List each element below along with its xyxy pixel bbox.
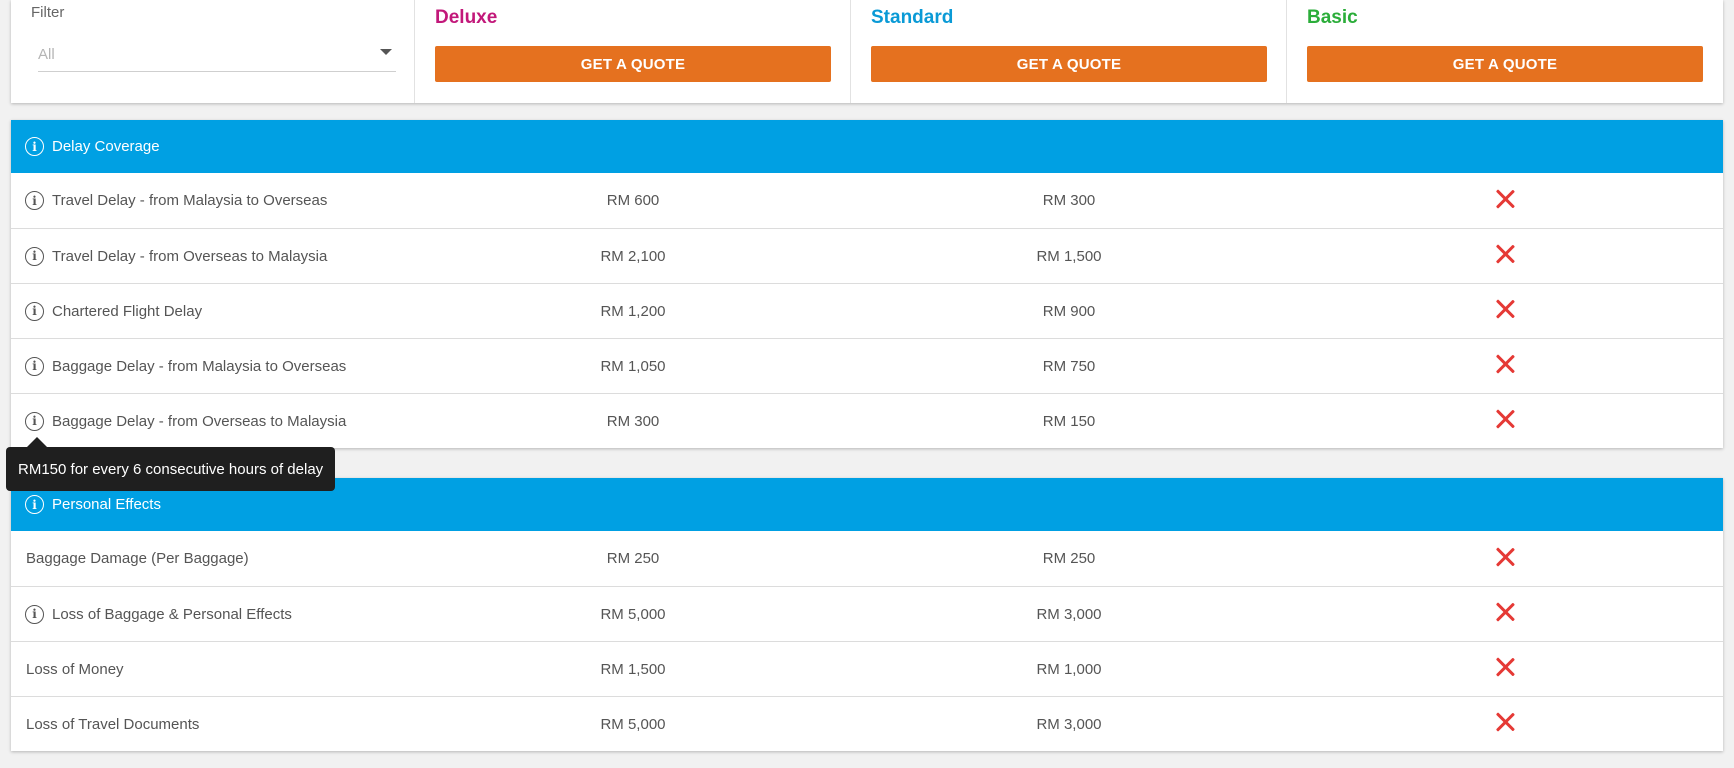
basic-value [1287, 244, 1723, 268]
deluxe-value: RM 300 [606, 412, 660, 430]
plan-header-card: Filter All Deluxe GET A QUOTE Standard G… [11, 0, 1723, 103]
basic-value [1287, 547, 1723, 571]
basic-value [1287, 602, 1723, 626]
benefit-label-text: Chartered Flight Delay [52, 302, 203, 320]
benefit-label-text: Loss of Travel Documents [26, 715, 200, 733]
benefit-label: Loss of Money [11, 661, 415, 678]
standard-value: RM 250 [1042, 550, 1096, 567]
benefit-label: i Travel Delay - from Overseas to Malays… [11, 246, 415, 266]
cross-icon [1495, 602, 1515, 622]
section-delay-coverage: i Delay Coverage i Travel Delay - from M… [11, 120, 1723, 448]
basic-value [1287, 712, 1723, 736]
standard-value: RM 150 [1042, 412, 1096, 430]
basic-value [1287, 409, 1723, 433]
table-row: Loss of Money RM 1,500 RM 1,000 [11, 641, 1723, 696]
plan-column-deluxe: Deluxe GET A QUOTE [415, 0, 851, 103]
basic-value [1287, 657, 1723, 681]
deluxe-value: RM 1,050 [600, 357, 666, 375]
get-quote-button-basic[interactable]: GET A QUOTE [1307, 46, 1703, 82]
table-row: i Chartered Flight Delay RM 1,200 RM 900 [11, 283, 1723, 338]
benefit-label: i Chartered Flight Delay [11, 301, 415, 321]
section-title: Personal Effects [52, 496, 161, 513]
benefit-label-text: Baggage Delay - from Overseas to Malaysi… [52, 412, 347, 430]
standard-value: RM 1,000 [1036, 660, 1102, 678]
info-circle-icon[interactable]: i [25, 495, 44, 514]
filter-selected-value: All [38, 46, 55, 63]
deluxe-value: RM 5,000 [600, 605, 666, 623]
benefit-label-text: Travel Delay - from Overseas to Malaysia [52, 247, 328, 265]
info-circle-icon[interactable]: i [25, 356, 44, 376]
deluxe-value: RM 1,200 [600, 302, 666, 320]
cross-icon [1495, 189, 1515, 209]
benefit-label: Loss of Travel Documents [11, 716, 415, 733]
standard-value: RM 3,000 [1036, 605, 1102, 623]
cross-icon [1495, 657, 1515, 677]
cross-icon [1495, 712, 1515, 732]
info-circle-icon[interactable]: i [25, 604, 44, 624]
get-quote-button-deluxe[interactable]: GET A QUOTE [435, 46, 831, 82]
plan-column-basic: Basic GET A QUOTE [1287, 0, 1723, 103]
benefit-label-text: Baggage Damage (Per Baggage) [26, 550, 249, 567]
filter-label: Filter [31, 4, 65, 21]
standard-value: RM 900 [1042, 302, 1096, 320]
benefit-label-text: Baggage Delay - from Malaysia to Oversea… [52, 357, 347, 375]
benefit-label-text: Travel Delay - from Malaysia to Overseas [52, 192, 328, 209]
info-circle-icon[interactable]: i [25, 191, 44, 210]
page: Filter All Deluxe GET A QUOTE Standard G… [0, 0, 1734, 768]
cross-icon [1495, 409, 1515, 429]
table-row: i Travel Delay - from Malaysia to Overse… [11, 173, 1723, 228]
benefit-label-text: Loss of Money [26, 660, 124, 678]
deluxe-value: RM 2,100 [600, 247, 666, 265]
deluxe-value: RM 250 [606, 550, 660, 567]
benefit-label: i Loss of Baggage & Personal Effects [11, 604, 415, 624]
deluxe-value: RM 5,000 [600, 715, 666, 733]
standard-value: RM 3,000 [1036, 715, 1102, 733]
caret-down-icon [380, 49, 392, 55]
tooltip: RM150 for every 6 consecutive hours of d… [6, 437, 336, 491]
plan-name-standard: Standard [871, 7, 954, 28]
standard-value: RM 750 [1042, 357, 1096, 375]
standard-value: RM 300 [1042, 192, 1096, 209]
cross-icon [1495, 547, 1515, 567]
cross-icon [1495, 244, 1515, 264]
benefit-label: i Baggage Delay - from Overseas to Malay… [11, 411, 415, 431]
basic-value [1287, 299, 1723, 323]
cross-icon [1495, 299, 1515, 319]
section-header: i Delay Coverage [11, 120, 1723, 173]
cross-icon [1495, 354, 1515, 374]
basic-value [1287, 189, 1723, 213]
table-row: i Baggage Delay - from Malaysia to Overs… [11, 338, 1723, 393]
table-row: i Loss of Baggage & Personal Effects RM … [11, 586, 1723, 641]
section-title: Delay Coverage [52, 138, 160, 155]
table-row: Loss of Travel Documents RM 5,000 RM 3,0… [11, 696, 1723, 751]
benefit-label: Baggage Damage (Per Baggage) [11, 550, 415, 567]
benefit-label: i Travel Delay - from Malaysia to Overse… [11, 191, 415, 210]
info-circle-icon[interactable]: i [25, 137, 44, 156]
section-personal-effects: i Personal Effects Baggage Damage (Per B… [11, 478, 1723, 751]
info-circle-icon[interactable]: i [25, 246, 44, 266]
standard-value: RM 1,500 [1036, 247, 1102, 265]
table-row: Baggage Damage (Per Baggage) RM 250 RM 2… [11, 531, 1723, 586]
info-circle-icon[interactable]: i [25, 301, 44, 321]
info-circle-icon[interactable]: i [25, 411, 44, 431]
table-row: i Travel Delay - from Overseas to Malays… [11, 228, 1723, 283]
filter-select[interactable]: All [38, 40, 396, 72]
deluxe-value: RM 600 [606, 192, 660, 209]
plan-name-deluxe: Deluxe [435, 7, 498, 28]
filter-column: Filter All [11, 0, 415, 103]
plan-name-basic: Basic [1307, 7, 1358, 28]
benefit-label: i Baggage Delay - from Malaysia to Overs… [11, 356, 415, 376]
basic-value [1287, 354, 1723, 378]
get-quote-button-standard[interactable]: GET A QUOTE [871, 46, 1267, 82]
benefit-label-text: Loss of Baggage & Personal Effects [52, 605, 292, 623]
plan-column-standard: Standard GET A QUOTE [851, 0, 1287, 103]
table-row: i Baggage Delay - from Overseas to Malay… [11, 393, 1723, 448]
deluxe-value: RM 1,500 [600, 660, 666, 678]
